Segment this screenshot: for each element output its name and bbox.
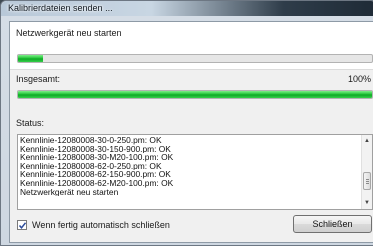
overall-percent: 100% [348,74,372,84]
step-progress-bar [17,54,373,63]
status-scrollbar[interactable]: ▲ ▼ [361,135,372,209]
status-log[interactable]: Kennlinie-12080008-30-0-250.pm: OK Kennli… [17,134,373,210]
grip-line-icon [366,179,369,180]
status-line: Kennlinie-12080008-62-150-900.pm: OK [20,170,171,179]
overall-progress-fill [18,91,372,98]
status-line: Kennlinie-12080008-30-150-900.pm: OK [20,144,171,154]
dialog-client-area: Netzwerkgerät neu starten Insgesamt: 100… [9,21,373,243]
status-line: Kennlinie-12080008-62-M20-100.pm: OK [20,178,174,188]
title-bar[interactable]: Kalibrierdateien senden ... [1,1,373,16]
step-label: Netzwerkgerät neu starten [16,28,122,38]
scroll-thumb[interactable] [363,172,371,190]
scroll-down-icon[interactable]: ▼ [362,198,372,208]
auto-close-label[interactable]: Wenn fertig automatisch schließen [32,220,170,230]
status-log-lines: Kennlinie-12080008-30-0-250.pm: OK Kennli… [20,136,360,196]
grip-line-icon [366,181,369,182]
window-title: Kalibrierdateien senden ... [8,3,113,13]
status-line: Kennlinie-12080008-30-M20-100.pm: OK [20,153,174,162]
step-progress-fill [18,55,43,62]
status-line: Kennlinie-12080008-62-0-250.pm: OK [20,161,162,171]
status-line: Kennlinie-12080008-30-0-250.pm: OK [20,136,162,145]
auto-close-checkbox[interactable] [17,220,27,230]
checkmark-icon [18,222,27,229]
status-label: Status: [16,118,45,128]
status-line: Netzwerkgerät neu starten [20,187,119,197]
overall-progress-bar [17,90,373,99]
close-button[interactable]: Schließen [293,215,372,233]
dialog-window: Kalibrierdateien senden ... Netzwerkgerä… [0,0,373,246]
scroll-up-icon[interactable]: ▲ [362,136,372,146]
step-section: Netzwerkgerät neu starten [10,22,373,70]
grip-line-icon [366,183,369,184]
overall-label: Insgesamt: [16,74,61,84]
